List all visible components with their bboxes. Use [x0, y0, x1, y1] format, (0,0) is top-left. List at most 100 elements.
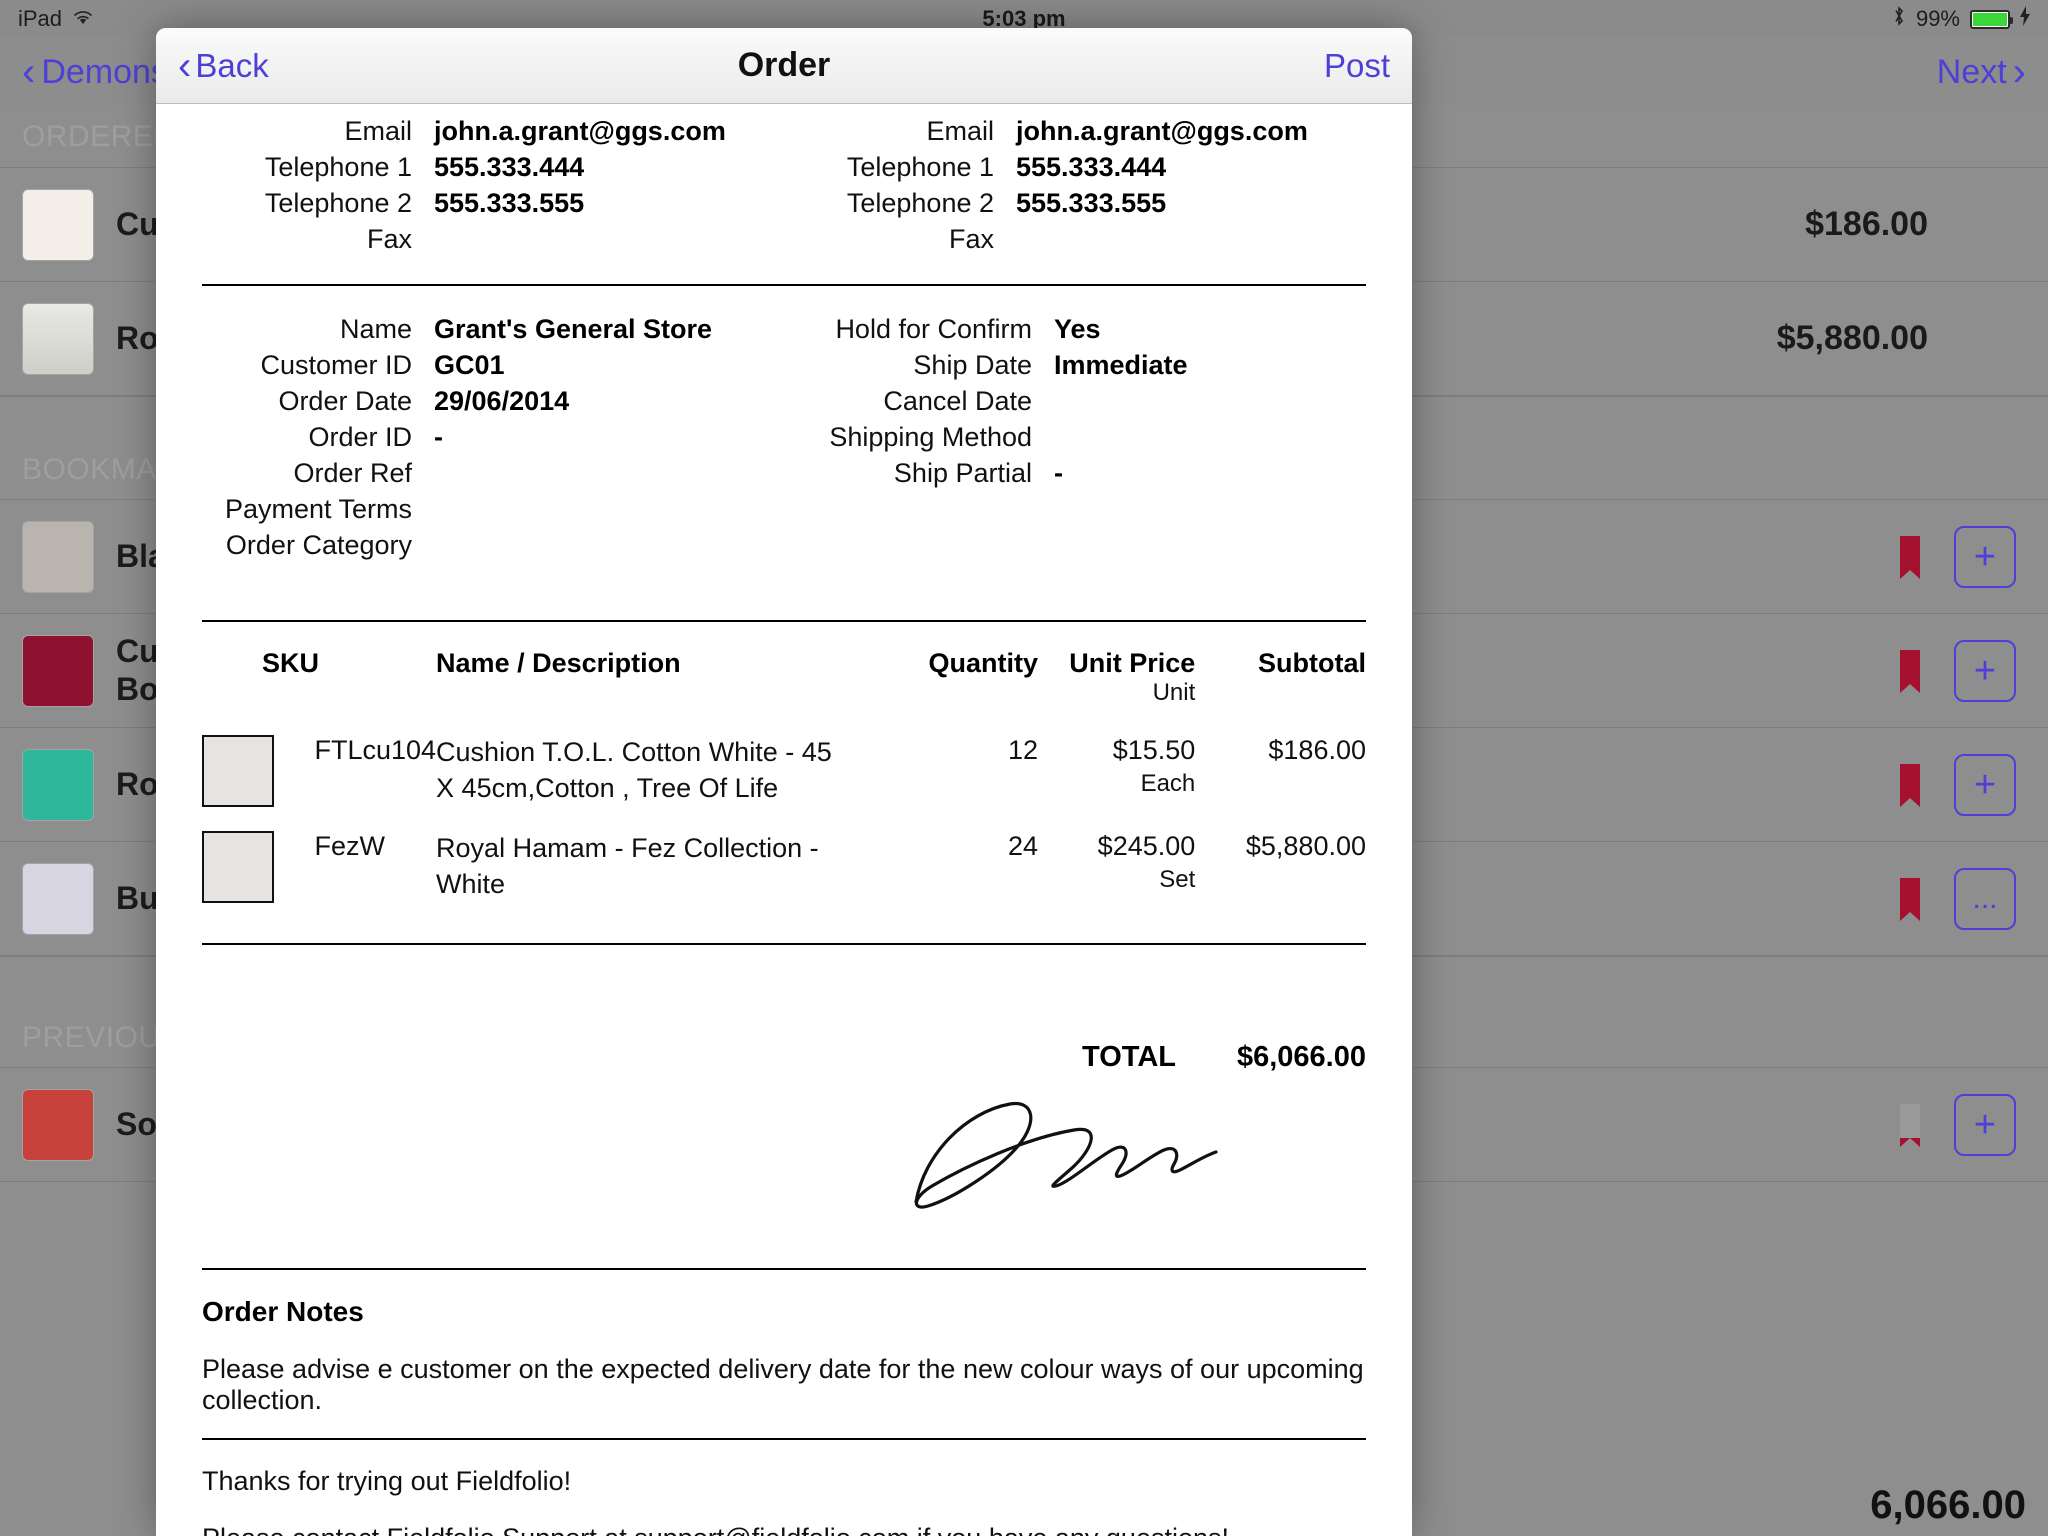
shirt-thumb [22, 862, 94, 935]
battery-icon [1970, 9, 2013, 29]
line-item-name: Royal Hamam - Fez Collection - White [436, 833, 819, 899]
field-row: Fax [202, 226, 784, 253]
field-value: - [1054, 458, 1063, 488]
field-value: 555.333.555 [1016, 188, 1167, 218]
field-label: Hold for Confirm [835, 314, 1032, 344]
line-item-unit-price-value: $245.00 [1097, 831, 1196, 861]
field-row: Shipping Method [784, 424, 1366, 451]
order-total-label: TOTAL [1082, 1041, 1176, 1073]
field-row: Email john.a.grant@ggs.com [784, 118, 1366, 145]
column-header-sku: SKU [262, 648, 320, 678]
rug-thumb [22, 520, 94, 593]
more-button[interactable]: ... [1954, 867, 2016, 930]
plates-teal-thumb [22, 748, 94, 821]
field-row: Fax [784, 226, 1366, 253]
field-row: Ship Partial - [784, 460, 1366, 487]
status-bar-right: 99% [1892, 5, 2030, 33]
field-label: Telephone 1 [264, 152, 412, 182]
field-row: Ship Date Immediate [784, 352, 1366, 379]
background-next-label: Next [1936, 52, 2007, 91]
field-label: Customer ID [260, 350, 412, 380]
bookmark-icon[interactable] [1900, 763, 1920, 807]
field-label: Ship Date [913, 350, 1032, 380]
field-row: Order Category [202, 532, 784, 559]
line-item-sku: FTLcu104 [314, 735, 437, 765]
order-details-block: Name Grant's General Store Customer ID GC0… [202, 286, 1366, 598]
add-button[interactable]: + [1954, 1093, 2016, 1156]
field-label: Order Category [225, 530, 412, 560]
field-label: Shipping Method [829, 422, 1032, 452]
bluetooth-icon [1892, 5, 1906, 33]
order-details-column-left: Name Grant's General Store Customer ID GC0… [202, 316, 784, 568]
cushion-floral-thumb [22, 188, 94, 261]
field-row: Telephone 2 555.333.555 [202, 190, 784, 217]
bookmark-icon[interactable] [1900, 649, 1920, 693]
signature-image [914, 1101, 1218, 1209]
field-row: Hold for Confirm Yes [784, 316, 1366, 343]
field-row: Order Date 29/06/2014 [202, 388, 784, 415]
field-row: Telephone 1 555.333.444 [784, 154, 1366, 181]
order-notes-text: Please advise e customer on the expected… [202, 1354, 1364, 1415]
line-items-header: SKU Name / Description Quantity Unit Pri… [202, 648, 1366, 711]
field-value: 555.333.444 [434, 152, 585, 182]
field-row: Order Ref [202, 460, 784, 487]
plates-white-item-thumb [202, 831, 274, 903]
divider [202, 1268, 1366, 1270]
field-value: 555.333.555 [434, 188, 585, 218]
footer-thanks-line: Thanks for trying out Fieldfolio! [202, 1466, 572, 1496]
chevron-left-icon: ‹ [22, 50, 36, 94]
field-label: Fax [366, 224, 412, 254]
table-row[interactable]: FezW Royal Hamam - Fez Collection - Whit… [202, 807, 1366, 903]
line-item-subtotal: $186.00 [1268, 735, 1366, 765]
field-label: Fax [948, 224, 994, 254]
cushion-red-thumb [22, 634, 94, 707]
field-label: Order Ref [293, 458, 412, 488]
line-item-sku: FezW [314, 831, 385, 861]
field-row: Name Grant's General Store [202, 316, 784, 343]
column-header-unit-price: Unit Price Unit [1038, 648, 1195, 711]
list-item-amount: $5,880.00 [1776, 319, 1928, 357]
field-value: 555.333.444 [1016, 152, 1167, 182]
line-item-quantity: 24 [1007, 831, 1039, 861]
background-next-button[interactable]: Next › [1937, 52, 2026, 92]
contact-column-right: Email john.a.grant@ggs.com Telephone 1 555… [784, 118, 1366, 262]
field-label: Telephone 2 [264, 188, 412, 218]
field-label: Name [339, 314, 412, 344]
column-header-name: Name / Description [436, 648, 681, 678]
footer-support-line: Please contact Fieldfolio Support at sup… [202, 1523, 1366, 1536]
plates-white-thumb [22, 302, 94, 375]
add-button[interactable]: + [1954, 753, 2016, 816]
line-item-unit-price: $245.00 Set [1038, 807, 1196, 903]
bookmark-icon[interactable] [1900, 877, 1920, 921]
order-modal: ‹ Back Order Post Email john.a.grant@ggs.… [156, 28, 1412, 1536]
contact-block: Email john.a.grant@ggs.com Telephone 1 555… [202, 104, 1366, 262]
field-value: john.a.grant@ggs.com [434, 116, 726, 146]
post-button[interactable]: Post [1324, 47, 1390, 85]
background-grand-total: 6,066.00 [1870, 1483, 2026, 1527]
contact-column-left: Email john.a.grant@ggs.com Telephone 1 555… [202, 118, 784, 262]
field-row: Payment Terms [202, 496, 784, 523]
charging-bolt-icon [2020, 6, 2030, 32]
line-item-unit-price: $15.50 Each [1038, 711, 1196, 807]
field-value: Yes [1054, 314, 1101, 344]
field-row: Telephone 2 555.333.555 [784, 190, 1366, 217]
field-label: Order Date [278, 386, 412, 416]
line-item-unit: Set [1159, 866, 1196, 893]
column-header-unit-price-label: Unit Price [1069, 648, 1196, 678]
modal-title: Order [737, 46, 831, 84]
table-row[interactable]: FTLcu104 Cushion T.O.L. Cotton White - 4… [202, 711, 1366, 807]
modal-header: ‹ Back Order Post [156, 28, 1412, 104]
line-item-unit-price-value: $15.50 [1112, 735, 1196, 765]
bookmark-icon[interactable] [1900, 535, 1920, 579]
field-label: Telephone 2 [846, 188, 994, 218]
add-button[interactable]: + [1954, 525, 2016, 588]
chevron-right-icon: › [2012, 50, 2026, 94]
field-value: john.a.grant@ggs.com [1016, 116, 1308, 146]
divider [202, 943, 1366, 945]
bookmark-icon-inactive[interactable] [1900, 1103, 1920, 1147]
order-total-value: $6,066.00 [1236, 1041, 1366, 1073]
line-item-unit: Each [1140, 770, 1196, 797]
line-item-image-cell [202, 807, 288, 903]
field-row: Telephone 1 555.333.444 [202, 154, 784, 181]
add-button[interactable]: + [1954, 639, 2016, 702]
